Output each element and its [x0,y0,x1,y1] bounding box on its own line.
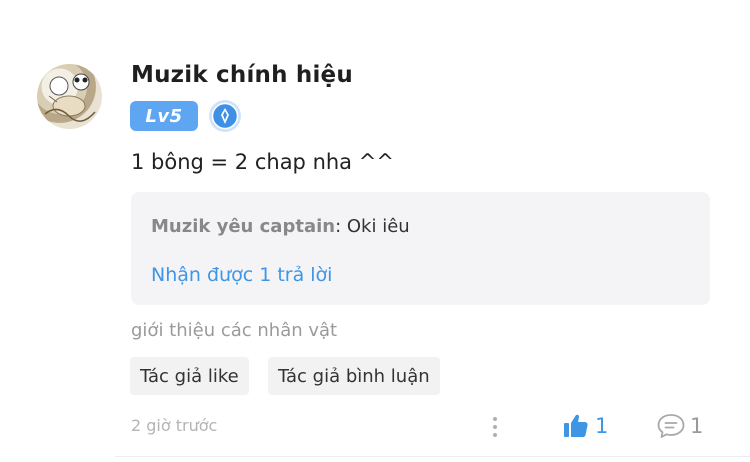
reply-text: Oki iêu [346,216,410,237]
divider [115,456,750,457]
comment-text: 1 bông = 2 chap nha ^^ [131,150,394,174]
tag-author-like: Tác giả like [130,357,249,395]
thumbs-up-icon [564,414,588,437]
avatar[interactable] [37,64,102,129]
tag-author-comment: Tác giả bình luận [268,357,440,395]
reply-author[interactable]: Muzik yêu captain [151,216,335,237]
level-badge: Lv5 [130,101,198,131]
reply-button[interactable]: 1 [656,411,703,441]
chapter-link[interactable]: giới thiệu các nhân vật [131,320,337,341]
comment-bubble-icon [657,414,685,438]
reply-preview[interactable]: Muzik yêu captain: Oki iêu Nhận được 1 t… [131,192,710,305]
medal-icon [209,100,241,132]
more-vertical-icon[interactable] [488,414,502,440]
reply-count: 1 [690,414,704,438]
timestamp: 2 giờ trước [131,416,218,435]
view-replies-link[interactable]: Nhận được 1 trả lời [151,264,332,286]
like-button[interactable]: 1 [563,411,608,441]
reply-separator: : [335,216,347,237]
like-count: 1 [595,414,609,438]
reply-preview-line: Muzik yêu captain: Oki iêu [151,216,410,237]
username[interactable]: Muzik chính hiệu [131,62,353,88]
